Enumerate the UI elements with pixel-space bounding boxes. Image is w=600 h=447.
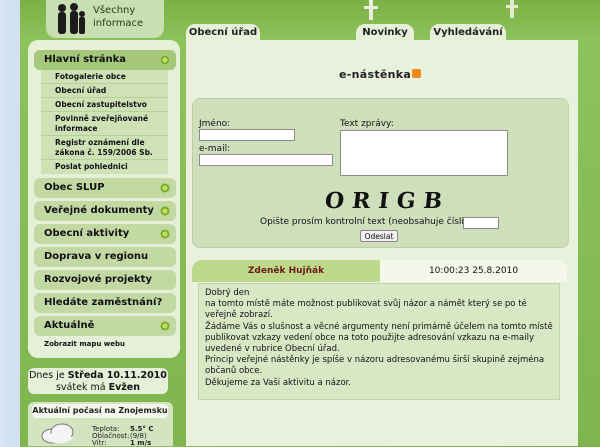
- bullet-icon: [160, 321, 170, 331]
- message-line: Žádáme Vás o slušnost a věcné argumenty …: [205, 321, 553, 355]
- menu-item-label: Hledáte zaměstnání?: [44, 297, 163, 308]
- menu-item-label: Aktuálně: [44, 320, 95, 331]
- captcha-input[interactable]: [463, 217, 499, 229]
- logo-label-line2: informace: [93, 18, 144, 29]
- tab-municipal-office[interactable]: Obecní úřad: [186, 24, 260, 40]
- menu-item-label: Veřejné dokumenty: [44, 205, 154, 216]
- message-body: Dobrý den na tomto místě máte možnost pu…: [198, 283, 560, 400]
- cross-icon: [506, 0, 518, 18]
- page-title: e-nástěnka: [339, 68, 412, 81]
- weather-title: Aktuální počasí na Znojemsku: [32, 404, 168, 418]
- all-info-link[interactable]: Všechny informace: [46, 0, 164, 38]
- menu-item-obec-slup[interactable]: Obec SLUP: [34, 178, 176, 198]
- message-author: Zdeněk Hujňák: [192, 260, 380, 282]
- logo-label: Všechny informace: [93, 4, 143, 30]
- date-prefix: Dnes je: [29, 370, 65, 381]
- menu-item-transport[interactable]: Doprava v regionu: [34, 247, 176, 267]
- submit-button[interactable]: Odeslat: [360, 230, 398, 242]
- bullet-icon: [160, 206, 170, 216]
- message-line: na tomto místě máte možnost publikovat s…: [205, 299, 527, 321]
- menu-item-development[interactable]: Rozvojové projekty: [34, 270, 176, 290]
- message-line: Děkujeme za Vaši aktivitu a názor.: [205, 377, 352, 388]
- submenu-item-registry[interactable]: Registr oznámení dle zákona č. 159/2006 …: [41, 136, 168, 160]
- date-line: Dnes je Středa 10.11.2010: [28, 370, 168, 382]
- rss-icon[interactable]: [412, 69, 421, 78]
- submenu-item-municipal-office[interactable]: Obecní úřad: [41, 84, 168, 98]
- submenu-item-mandatory-info[interactable]: Povinně zveřejňované informace: [41, 112, 168, 136]
- sitemap-link[interactable]: Zobrazit mapu webu: [44, 340, 125, 348]
- message-line: Princip veřejné nástěnky je spíše v názo…: [205, 355, 545, 377]
- nameday-prefix: svátek má: [55, 382, 106, 393]
- message-textarea[interactable]: [340, 130, 508, 176]
- menu-item-home[interactable]: Hlavní stránka: [34, 50, 176, 70]
- tab-news[interactable]: Novinky: [356, 24, 414, 40]
- menu-item-activities[interactable]: Obecní aktivity: [34, 224, 176, 244]
- message-label: Text zprávy:: [340, 119, 394, 129]
- email-label: e-mail:: [199, 144, 231, 154]
- menu-item-label: Doprava v regionu: [44, 251, 149, 262]
- tab-search[interactable]: Vyhledávání: [430, 24, 506, 40]
- name-input[interactable]: [199, 129, 295, 141]
- menu-item-label: Obec SLUP: [44, 182, 105, 193]
- submenu-item-council[interactable]: Obecní zastupitelstvo: [41, 98, 168, 112]
- menu-item-label: Obecní aktivity: [44, 228, 130, 239]
- menu-item-label: Hlavní stránka: [44, 54, 127, 65]
- nameday-value: Evžen: [108, 382, 140, 393]
- cloud-icon: [41, 423, 74, 444]
- bullet-icon: [160, 55, 170, 65]
- captcha-image: ORIGB: [323, 188, 452, 214]
- date-box: Dnes je Středa 10.11.2010 svátek má Evže…: [28, 368, 168, 394]
- submenu-item-postcard[interactable]: Poslat pohlednici: [41, 160, 168, 174]
- statue-icon: [364, 0, 378, 20]
- message-line: Dobrý den: [205, 288, 250, 298]
- submenu-item-photo-gallery[interactable]: Fotogalerie obce: [41, 70, 168, 84]
- menu-item-public-documents[interactable]: Veřejné dokumenty: [34, 201, 176, 221]
- captcha-prompt: Opište prosím kontrolní text (neobsahuje…: [260, 217, 481, 227]
- bullet-icon: [160, 183, 170, 193]
- bullet-icon: [160, 229, 170, 239]
- menu-item-label: Rozvojové projekty: [44, 274, 152, 285]
- logo-label-line1: Všechny: [93, 5, 136, 16]
- message-datetime: 10:00:23 25.8.2010: [428, 266, 519, 276]
- people-icon: [58, 3, 85, 34]
- nameday-line: svátek má Evžen: [28, 382, 168, 394]
- date-value: Středa 10.11.2010: [67, 370, 167, 381]
- name-label: Jméno:: [199, 119, 231, 129]
- menu-item-jobs[interactable]: Hledáte zaměstnání?: [34, 293, 176, 313]
- menu-item-current[interactable]: Aktuálně: [34, 316, 176, 336]
- email-input[interactable]: [199, 154, 333, 166]
